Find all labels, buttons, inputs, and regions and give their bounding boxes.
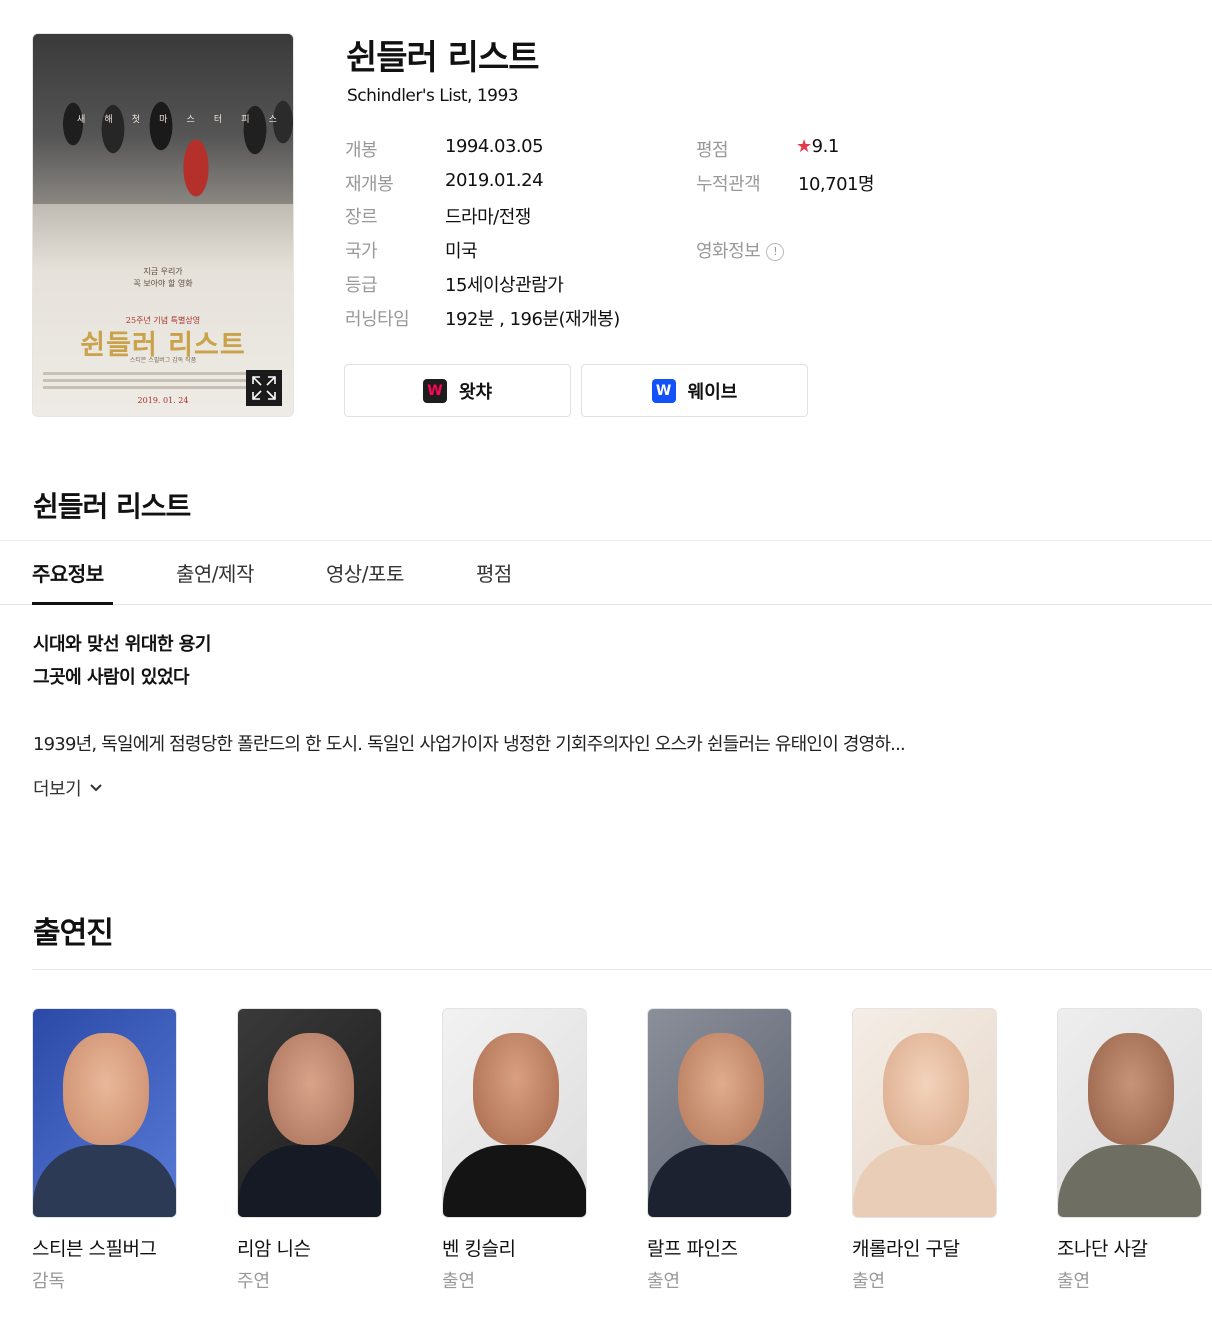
synopsis-tagline: 시대와 맞선 위대한 용기 [33,634,211,655]
cast-name: 리암 니슨 [237,1238,311,1260]
cast-photo [237,1008,382,1218]
movie-subtitle: Schindler's List, 1993 [347,86,519,106]
cast-card[interactable]: 스티븐 스필버그 감독 [32,1008,192,1293]
more-button[interactable]: 더보기 [33,775,103,801]
cast-role: 출연 [442,1271,476,1292]
cast-photo [442,1008,587,1218]
info-label: 재개봉 [345,174,394,195]
poster-credit: 스티븐 스필버그 감독 작품 [129,357,197,364]
watcha-label: 왓챠 [458,381,493,403]
active-tab-indicator [32,602,113,605]
cast-name: 스티븐 스필버그 [32,1238,157,1260]
info-value: 10,701명 [798,174,875,195]
poster-credits-block [43,379,271,382]
cast-card[interactable]: 리암 니슨 주연 [237,1008,397,1293]
info-label: 개봉 [345,140,378,161]
movie-poster[interactable]: 새 해 첫 마 스 터 피 스 지금 우리가 꼭 보아야 할 영화 25주년 기… [32,33,294,417]
cast-card[interactable]: 랄프 파인즈 출연 [647,1008,807,1293]
wavve-button[interactable]: W 웨이브 [581,364,808,417]
cast-photo [647,1008,792,1218]
cast-photo [32,1008,177,1218]
cast-role: 감독 [32,1271,66,1292]
tab-main-info[interactable]: 주요정보 [32,558,104,587]
shoulders-shape [238,1145,381,1217]
cast-card[interactable]: 벤 킹슬리 출연 [442,1008,602,1293]
rating-value: ★9.1 [796,136,839,157]
shoulders-shape [853,1145,996,1217]
info-value: 미국 [445,241,478,262]
cast-role: 출연 [852,1271,886,1292]
cast-role: 출연 [1057,1271,1091,1292]
star-icon: ★ [796,136,812,157]
tab-reviews[interactable]: 평점 [476,558,512,587]
cast-section-title: 출연진 [33,916,114,951]
cast-name: 랄프 파인즈 [647,1238,738,1260]
info-label: 누적관객 [696,174,761,195]
face-shape [678,1033,764,1145]
info-label: 영화정보! [696,237,785,263]
shoulders-shape [1058,1145,1201,1217]
divider [32,969,1212,970]
watcha-logo-icon: W [422,378,447,403]
face-shape [63,1033,149,1145]
poster-girl-in-red [179,124,213,204]
chevron-down-icon [90,784,102,792]
poster-credits-block [43,386,271,389]
shoulders-shape [443,1145,586,1217]
poster-credits-block [43,372,271,375]
info-label: 평점 [696,140,729,161]
cast-card[interactable]: 조나단 사갈 출연 [1057,1008,1212,1293]
watcha-button[interactable]: W 왓챠 [344,364,571,417]
info-value: 드라마/전쟁 [445,207,531,228]
cast-name: 조나단 사갈 [1057,1238,1148,1260]
shoulders-shape [33,1145,176,1217]
poster-top-letters: 새 해 첫 마 스 터 피 스 [77,115,277,125]
cast-role: 주연 [237,1271,271,1292]
tab-media[interactable]: 영상/포토 [326,558,404,587]
expand-poster-button[interactable] [246,370,282,406]
face-shape [1088,1033,1174,1145]
info-icon[interactable]: ! [766,242,785,261]
face-shape [268,1033,354,1145]
expand-icon [252,376,276,400]
divider [0,604,1212,605]
tab-cast-crew[interactable]: 출연/제작 [176,558,254,587]
section-title: 쉰들러 리스트 [33,490,191,523]
cast-card[interactable]: 캐롤라인 구달 출연 [852,1008,1012,1293]
info-value: 192분 , 196분(재개봉) [445,309,620,330]
divider [0,540,1212,541]
synopsis-tagline: 그곳에 사람이 있었다 [33,667,190,688]
cast-name: 벤 킹슬리 [442,1238,516,1260]
face-shape [473,1033,559,1145]
synopsis-text: 1939년, 독일에게 점령당한 폴란드의 한 도시. 독일인 사업가이자 냉정… [33,734,906,755]
cast-name: 캐롤라인 구달 [852,1238,960,1260]
more-label: 더보기 [33,779,82,800]
cast-role: 출연 [647,1271,681,1292]
info-label: 등급 [345,275,378,296]
movie-title: 쉰들러 리스트 [346,38,540,78]
info-label: 러닝타임 [345,309,410,330]
shoulders-shape [648,1145,791,1217]
info-label: 국가 [345,241,378,262]
info-value: 1994.03.05 [445,136,544,157]
poster-tagline: 지금 우리가 꼭 보아야 할 영화 [133,267,193,288]
info-value: 2019.01.24 [445,170,544,191]
wavve-label: 웨이브 [687,381,738,403]
info-value: 15세이상관람가 [445,275,564,296]
face-shape [883,1033,969,1145]
wavve-logo-icon: W [651,378,676,403]
cast-photo [1057,1008,1202,1218]
cast-photo [852,1008,997,1218]
info-label: 장르 [345,207,378,228]
